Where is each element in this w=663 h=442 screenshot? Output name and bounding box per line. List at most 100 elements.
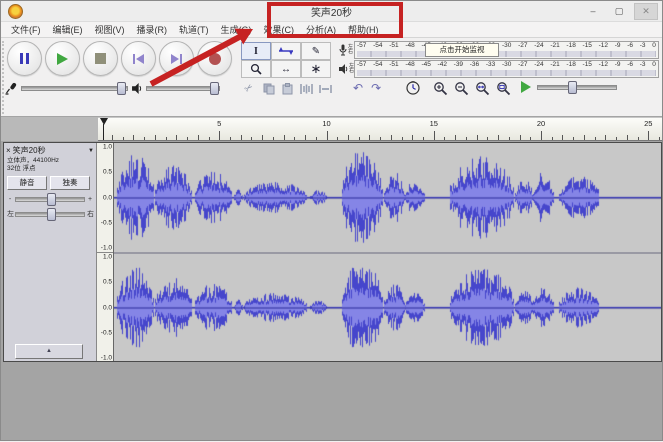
fit-selection-button[interactable]: [475, 81, 490, 101]
pan-slider[interactable]: [15, 212, 85, 217]
track-menu-button[interactable]: ▼: [88, 148, 94, 154]
ruler-tick: [627, 135, 628, 140]
sync-lock-button[interactable]: [406, 81, 420, 100]
undo-button[interactable]: ↶: [353, 81, 363, 95]
solo-button[interactable]: 独奏: [50, 176, 90, 190]
monitor-tooltip[interactable]: 点击开始监视: [425, 43, 499, 57]
skip-to-end-button[interactable]: [159, 41, 194, 76]
playback-speed-thumb[interactable]: [568, 81, 577, 94]
pause-icon: [20, 53, 29, 64]
track-collapse-button[interactable]: ▲: [15, 344, 83, 359]
vertical-ruler-value: 1.0: [103, 144, 112, 151]
ruler-tick-label: 25: [644, 119, 652, 128]
playback-meter-bar: [357, 70, 656, 76]
ruler-tick: [530, 137, 531, 140]
selection-tool-button[interactable]: I: [241, 42, 271, 60]
redo-button[interactable]: ↷: [371, 81, 381, 95]
vertical-ruler-channel-2: 1.00.50.0-0.5-1.0: [97, 253, 113, 362]
menu-item-7[interactable]: 效果(C): [258, 22, 301, 37]
menu-item-6[interactable]: 生成(G): [215, 22, 258, 37]
pause-button[interactable]: [7, 41, 42, 76]
mute-button[interactable]: 静音: [7, 176, 47, 190]
pan-slider-thumb[interactable]: [47, 208, 56, 221]
menu-item-2[interactable]: 编辑(E): [47, 22, 89, 37]
ruler-tick: [380, 137, 381, 140]
waveform-channel-right[interactable]: [114, 254, 661, 361]
ruler-tick: [509, 137, 510, 140]
input-volume-slider[interactable]: [21, 86, 128, 91]
close-button[interactable]: ✕: [634, 3, 658, 20]
meter-scale-value: -21: [550, 42, 559, 50]
gain-minus-label: -: [7, 196, 13, 203]
ruler-tick: [241, 135, 242, 140]
track-close-button[interactable]: ×: [6, 146, 11, 155]
waveform-area[interactable]: [114, 143, 661, 361]
ruler-tick: [562, 135, 563, 140]
record-button[interactable]: [197, 41, 232, 76]
ruler-tick: [605, 135, 606, 140]
play-icon: [57, 53, 68, 65]
track-title[interactable]: 笑声20秒: [13, 145, 86, 156]
play-button[interactable]: [45, 41, 80, 76]
zoom-out-button[interactable]: [454, 81, 469, 101]
ruler-tick: [219, 131, 220, 140]
playhead-pin-icon[interactable]: [100, 118, 108, 125]
paste-button[interactable]: [279, 81, 296, 96]
meter-scale-value: -27: [518, 42, 527, 50]
playback-meter[interactable]: 左右 -57-54-51-48-45-42-39-36-33-30-27-24-…: [339, 60, 659, 78]
menu-item-1[interactable]: 文件(F): [5, 22, 47, 37]
envelope-tool-button[interactable]: [271, 42, 301, 60]
skip-to-start-button[interactable]: [121, 41, 156, 76]
ruler-tick: [552, 137, 553, 140]
stop-button[interactable]: [83, 41, 118, 76]
meter-scale-value: -57: [357, 42, 366, 50]
output-volume-thumb[interactable]: [210, 82, 219, 95]
menu-item-9[interactable]: 帮助(H): [342, 22, 385, 37]
waveform-channel-left[interactable]: [114, 143, 661, 252]
vertical-scale-ruler[interactable]: 1.00.50.0-0.5-1.0 1.00.50.0-0.5-1.0: [97, 143, 114, 361]
playback-speed-slider[interactable]: [537, 85, 617, 90]
meter-scale-value: -18: [566, 61, 575, 69]
menu-item-8[interactable]: 分析(A): [300, 22, 342, 37]
record-icon: [209, 53, 221, 65]
fit-project-button[interactable]: [496, 81, 511, 101]
copy-button[interactable]: [260, 81, 277, 96]
trim-audio-button[interactable]: [298, 81, 315, 96]
menu-item-5[interactable]: 轨道(T): [173, 22, 215, 37]
gain-slider[interactable]: [15, 197, 85, 202]
skip-end-icon: [171, 54, 182, 64]
zoom-in-button[interactable]: [433, 81, 448, 101]
multi-tool-button[interactable]: ∗: [301, 60, 331, 78]
meter-scale-value: -48: [405, 61, 414, 69]
silence-audio-button[interactable]: [317, 81, 334, 96]
zoom-tool-button[interactable]: [241, 60, 271, 78]
ruler-tick: [262, 135, 263, 140]
ruler-tick: [251, 137, 252, 140]
ruler-tick: [144, 137, 145, 140]
draw-tool-button[interactable]: ✎: [301, 42, 331, 60]
ruler-tick: [573, 137, 574, 140]
meter-scale-value: -27: [518, 61, 527, 69]
meter-scale-value: -57: [357, 61, 366, 69]
ruler-tick: [348, 135, 349, 140]
output-volume-slider[interactable]: [146, 86, 220, 91]
maximize-button[interactable]: ▢: [608, 4, 630, 19]
gain-slider-thumb[interactable]: [47, 193, 56, 206]
input-volume-thumb[interactable]: [117, 82, 126, 95]
minimize-button[interactable]: –: [582, 4, 604, 19]
ruler-left-gap: [1, 117, 98, 141]
meter-scale-value: -3: [640, 42, 646, 50]
timeshift-tool-button[interactable]: ↔: [271, 60, 301, 78]
timeline-ruler[interactable]: 510152025: [98, 117, 662, 141]
recording-meter-scale[interactable]: -57-54-51-48-45-42-39-36-33-30-27-24-21-…: [354, 41, 659, 59]
playback-meter-scale[interactable]: -57-54-51-48-45-42-39-36-33-30-27-24-21-…: [354, 60, 659, 78]
cut-button[interactable]: ✂: [241, 81, 258, 96]
recording-meter-bar: [357, 51, 656, 57]
menu-item-4[interactable]: 播录(R): [131, 22, 174, 37]
ruler-tick: [198, 135, 199, 140]
ruler-tick: [466, 137, 467, 140]
menu-item-3[interactable]: 视图(V): [89, 22, 131, 37]
recording-meter[interactable]: 左右 -57-54-51-48-45-42-39-36-33-30-27-24-…: [339, 41, 659, 59]
ruler-tick: [166, 137, 167, 140]
play-at-speed-button[interactable]: [521, 81, 531, 93]
